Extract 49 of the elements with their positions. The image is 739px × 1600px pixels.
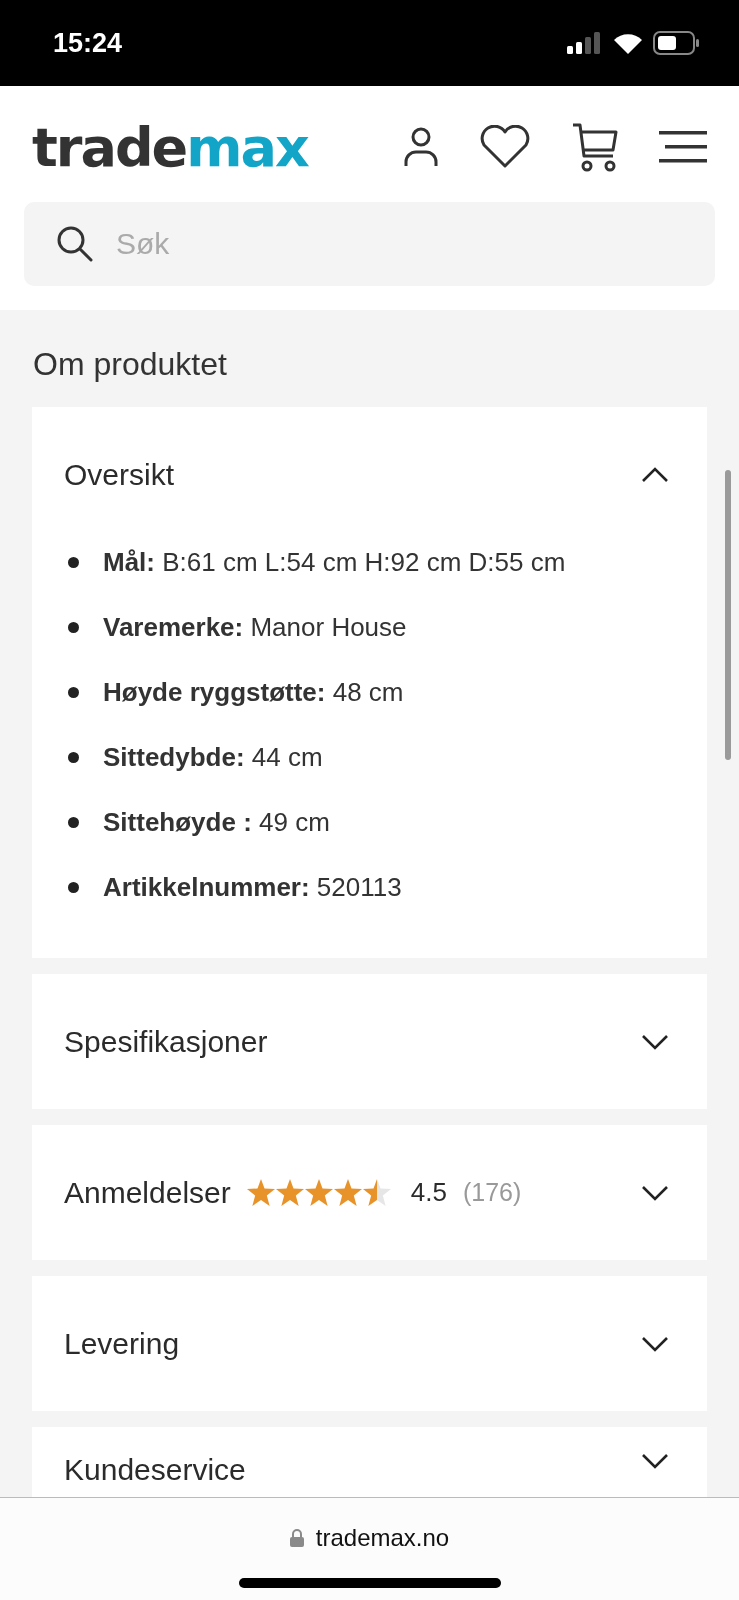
status-time: 15:24	[53, 27, 123, 59]
lock-icon	[289, 1529, 304, 1547]
accordion-title: Spesifikasjoner	[64, 1024, 268, 1059]
accordion-header[interactable]: Spesifikasjoner	[32, 974, 707, 1109]
bullet-icon	[68, 752, 79, 763]
chevron-down-icon	[641, 1453, 669, 1469]
bullet-icon	[68, 557, 79, 568]
signal-icon	[567, 32, 603, 54]
heart-icon[interactable]	[479, 125, 531, 169]
spec-item: Varemerke: Manor House	[103, 612, 407, 643]
search-bar[interactable]: Søk	[24, 202, 715, 286]
chevron-down-icon	[641, 1033, 669, 1050]
bullet-icon	[68, 622, 79, 633]
trademax-logo[interactable]: trademax	[32, 115, 308, 179]
spec-item: Mål: B:61 cm L:54 cm H:92 cm D:55 cm	[103, 547, 566, 578]
user-icon[interactable]	[403, 126, 439, 168]
chevron-up-icon	[641, 466, 669, 483]
wifi-icon	[613, 32, 643, 54]
chevron-down-icon	[641, 1184, 669, 1201]
accordion-header[interactable]: Levering	[32, 1276, 707, 1411]
search-icon	[56, 225, 94, 263]
search-input[interactable]: Søk	[114, 226, 683, 262]
cart-icon[interactable]	[571, 122, 619, 172]
battery-icon	[653, 31, 699, 55]
accordion-title: Kundeservice	[64, 1453, 246, 1487]
spec-item: Sittehøyde : 49 cm	[103, 807, 330, 838]
bullet-icon	[68, 882, 79, 893]
rating-value: 4.5	[410, 1177, 447, 1208]
spec-item: Høyde ryggstøtte: 48 cm	[103, 677, 404, 708]
star-icon	[304, 1179, 333, 1206]
accordion-header[interactable]: Kundeservice	[32, 1427, 707, 1497]
section-heading: Om produktet	[32, 346, 228, 383]
accordion-title: Levering	[64, 1326, 180, 1361]
review-count: (176)	[462, 1178, 522, 1207]
spec-item: Sittedybde: 44 cm	[103, 742, 323, 773]
accordion-title: Oversikt	[64, 457, 174, 492]
chevron-down-icon	[641, 1335, 669, 1352]
menu-icon[interactable]	[659, 130, 707, 164]
star-icon	[333, 1179, 362, 1206]
spec-item: Artikkelnummer: 520113	[103, 872, 402, 903]
url-text[interactable]: trademax.no	[315, 1524, 450, 1552]
bullet-icon	[68, 817, 79, 828]
star-icon	[246, 1179, 275, 1206]
star-icon	[362, 1179, 391, 1206]
accordion-header[interactable]: Anmeldelser 4.5 (176)	[32, 1125, 707, 1260]
accordion-title: Anmeldelser	[64, 1175, 231, 1210]
star-icon	[275, 1179, 304, 1206]
accordion-header[interactable]: Oversikt	[32, 407, 707, 542]
bullet-icon	[68, 687, 79, 698]
